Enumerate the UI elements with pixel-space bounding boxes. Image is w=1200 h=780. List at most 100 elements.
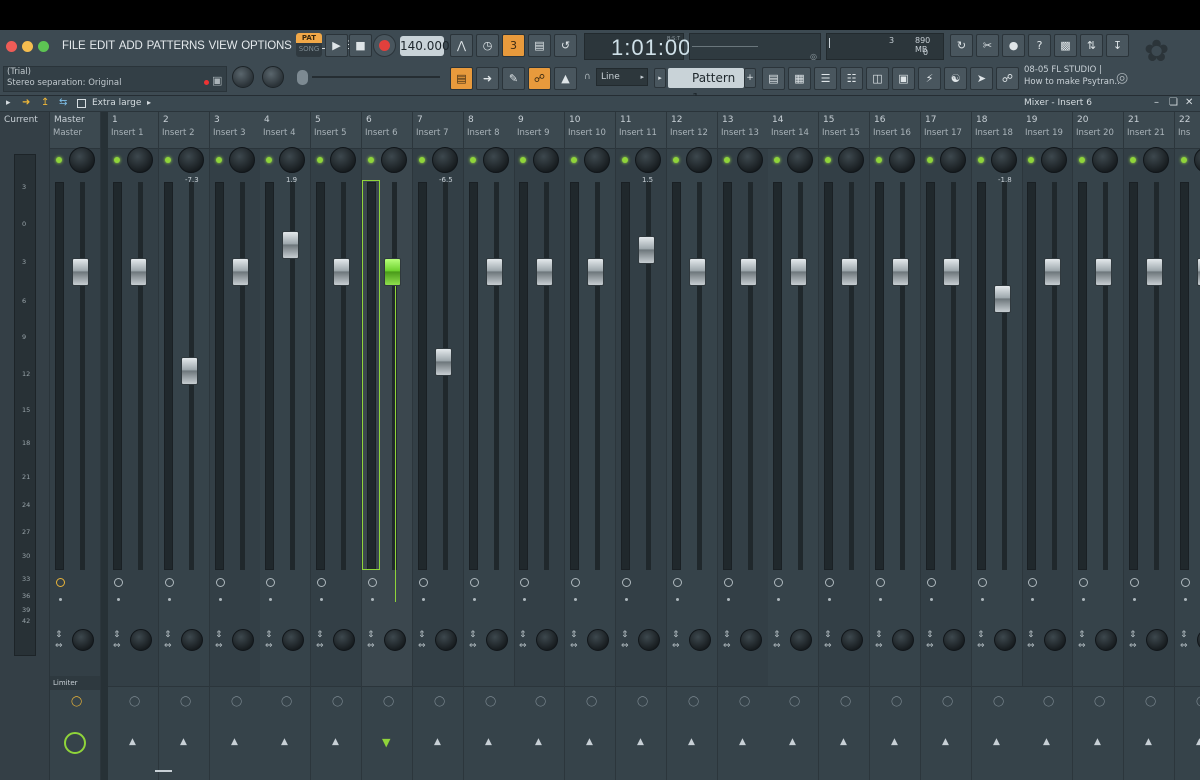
lightbulb-icon[interactable]: ◯ xyxy=(1094,696,1105,707)
master-limiter-slot[interactable]: Limiter xyxy=(50,676,100,690)
stereo-separation-knob[interactable] xyxy=(587,629,609,651)
pan-knob[interactable] xyxy=(686,147,712,173)
master-volume-knob[interactable] xyxy=(232,66,254,88)
stereo-separation-knob[interactable] xyxy=(72,629,94,651)
record-arm-dot[interactable] xyxy=(422,598,425,601)
volume-fader[interactable] xyxy=(587,258,604,286)
lightbulb-icon[interactable]: ◯ xyxy=(586,696,597,707)
mute-led-button[interactable] xyxy=(1028,157,1034,163)
stereo-swap-icon[interactable]: ⇕ ⇔ xyxy=(824,630,832,652)
pan-knob[interactable] xyxy=(635,147,661,173)
stereo-separation-knob[interactable] xyxy=(435,629,457,651)
stereo-separation-knob[interactable] xyxy=(181,629,203,651)
mixer-strip-insert-7[interactable]: 7 Insert 7 -6.5 ⇕ ⇔ ◯ ▲ xyxy=(413,112,464,780)
mute-led-button[interactable] xyxy=(266,157,272,163)
export-button[interactable]: ⇅ xyxy=(1080,34,1103,57)
timer-icon[interactable] xyxy=(266,578,275,587)
timer-icon[interactable] xyxy=(114,578,123,587)
stereo-swap-icon[interactable]: ⇕ ⇔ xyxy=(672,630,680,652)
menu-item-edit[interactable]: EDIT xyxy=(88,37,117,55)
send-knob[interactable] xyxy=(64,732,86,754)
volume-fader[interactable] xyxy=(181,357,198,385)
stereo-separation-knob[interactable] xyxy=(689,629,711,651)
link-button[interactable]: ☍ xyxy=(528,67,551,90)
volume-fader[interactable] xyxy=(232,258,249,286)
volume-fader[interactable] xyxy=(1044,258,1061,286)
pan-knob[interactable] xyxy=(838,147,864,173)
mute-led-button[interactable] xyxy=(825,157,831,163)
lightbulb-icon[interactable]: ◯ xyxy=(840,696,851,707)
stereo-swap-icon[interactable]: ⇕ ⇔ xyxy=(55,630,63,652)
mute-led-button[interactable] xyxy=(876,157,882,163)
timer-icon[interactable] xyxy=(774,578,783,587)
timer-icon[interactable] xyxy=(622,578,631,587)
strip-name[interactable]: Ins xyxy=(1178,128,1200,138)
record-arm-dot[interactable] xyxy=(1133,598,1136,601)
stereo-separation-knob[interactable] xyxy=(130,629,152,651)
mixer-strip-insert-5[interactable]: 5 Insert 5 ⇕ ⇔ ◯ ▲ xyxy=(311,112,362,780)
route-arrow-up-icon[interactable]: ▲ xyxy=(1094,737,1101,747)
mixer-button[interactable]: ☷ xyxy=(840,67,863,90)
mixer-strip-insert-6[interactable]: 6 Insert 6 ⇕ ⇔ ◯ ▼ xyxy=(362,112,413,780)
mixer-strip-insert-21[interactable]: 21 Insert 21 ⇕ ⇔ ◯ ▲ xyxy=(1124,112,1175,780)
link-arrows-icon[interactable]: ⇆ xyxy=(59,97,67,108)
mute-led-button[interactable] xyxy=(1181,157,1187,163)
volume-fader[interactable] xyxy=(689,258,706,286)
mixer-strip-insert-13[interactable]: 13 Insert 13 ⇕ ⇔ ◯ ▲ xyxy=(718,112,769,780)
strip-name[interactable]: Insert 11 xyxy=(619,128,667,138)
stereo-separation-knob[interactable] xyxy=(994,629,1016,651)
upload-icon[interactable]: ↥ xyxy=(41,97,49,108)
stereo-separation-knob[interactable] xyxy=(282,629,304,651)
strip-name[interactable]: Insert 21 xyxy=(1127,128,1175,138)
volume-fader[interactable] xyxy=(72,258,89,286)
layout-icon[interactable] xyxy=(77,99,86,108)
cut-button[interactable]: ✂ xyxy=(976,34,999,57)
lightbulb-icon[interactable]: ◯ xyxy=(281,696,292,707)
timer-icon[interactable] xyxy=(876,578,885,587)
lightbulb-icon[interactable]: ◯ xyxy=(485,696,496,707)
stereo-swap-icon[interactable]: ⇕ ⇔ xyxy=(113,630,121,652)
lightbulb-icon[interactable]: ◯ xyxy=(942,696,953,707)
timer-icon[interactable] xyxy=(56,578,65,587)
route-arrow-up-icon[interactable]: ▲ xyxy=(789,737,796,747)
strip-name[interactable]: Insert 14 xyxy=(771,128,819,138)
route-arrow-up-icon[interactable]: ▲ xyxy=(281,737,288,747)
stereo-swap-icon[interactable]: ⇕ ⇔ xyxy=(215,630,223,652)
stereo-swap-icon[interactable]: ⇕ ⇔ xyxy=(621,630,629,652)
fast-forward-button[interactable]: ➤ xyxy=(970,67,993,90)
minimize-window-button[interactable] xyxy=(22,41,33,52)
lightbulb-icon[interactable]: ◯ xyxy=(129,696,140,707)
menu-item-options[interactable]: OPTIONS xyxy=(239,37,293,55)
pan-knob[interactable] xyxy=(1194,147,1200,173)
timer-icon[interactable] xyxy=(1079,578,1088,587)
route-arrow-up-icon[interactable]: ▲ xyxy=(231,737,238,747)
timer-icon[interactable] xyxy=(419,578,428,587)
timer-icon[interactable] xyxy=(927,578,936,587)
timer-icon[interactable] xyxy=(673,578,682,587)
pan-knob[interactable] xyxy=(178,147,204,173)
record-arm-dot[interactable] xyxy=(1184,598,1187,601)
help-button[interactable]: ? xyxy=(1028,34,1051,57)
route-arrow-up-icon[interactable]: ▲ xyxy=(332,737,339,747)
pan-knob[interactable] xyxy=(584,147,610,173)
strip-name[interactable]: Insert 6 xyxy=(365,128,413,138)
pan-knob[interactable] xyxy=(889,147,915,173)
mute-led-button[interactable] xyxy=(520,157,526,163)
timer-icon[interactable] xyxy=(317,578,326,587)
volume-fader[interactable] xyxy=(841,258,858,286)
stereo-swap-icon[interactable]: ⇕ ⇔ xyxy=(469,630,477,652)
mixer-strip-insert-19[interactable]: 19 Insert 19 ⇕ ⇔ ◯ ▲ xyxy=(1022,112,1073,780)
record-arm-dot[interactable] xyxy=(473,598,476,601)
timer-icon[interactable] xyxy=(724,578,733,587)
timer-icon[interactable] xyxy=(1181,578,1190,587)
stereo-separation-knob[interactable] xyxy=(232,629,254,651)
timer-icon[interactable] xyxy=(470,578,479,587)
lightbulb-icon[interactable]: ◯ xyxy=(535,696,546,707)
route-arrow-down-icon[interactable]: ▼ xyxy=(382,736,392,749)
undo-button[interactable]: ↻ xyxy=(950,34,973,57)
stereo-swap-icon[interactable]: ⇕ ⇔ xyxy=(977,630,985,652)
record-audio-button[interactable]: ● xyxy=(1002,34,1025,57)
record-arm-dot[interactable] xyxy=(727,598,730,601)
stereo-separation-knob[interactable] xyxy=(486,629,508,651)
stereo-separation-knob[interactable] xyxy=(333,629,355,651)
